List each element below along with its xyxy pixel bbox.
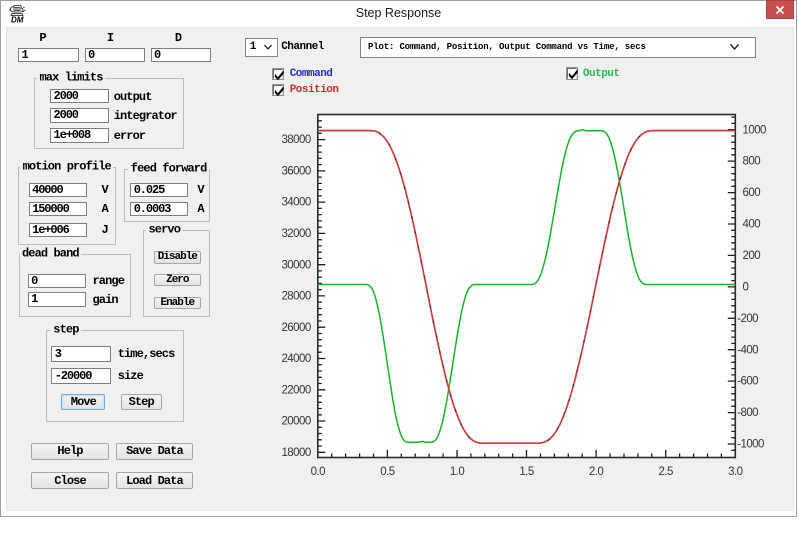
svg-text:3.0: 3.0 bbox=[728, 466, 742, 478]
svg-text:200: 200 bbox=[743, 250, 761, 262]
svg-text:32000: 32000 bbox=[281, 228, 310, 240]
svg-text:-800: -800 bbox=[737, 407, 758, 419]
svg-text:22000: 22000 bbox=[281, 384, 310, 396]
svg-text:20000: 20000 bbox=[281, 416, 310, 428]
svg-text:0: 0 bbox=[743, 282, 749, 294]
svg-text:-600: -600 bbox=[737, 376, 758, 388]
svg-text:0.0: 0.0 bbox=[311, 466, 325, 478]
svg-text:24000: 24000 bbox=[281, 353, 310, 365]
svg-text:28000: 28000 bbox=[281, 291, 310, 303]
svg-text:1.5: 1.5 bbox=[519, 466, 533, 478]
svg-text:-400: -400 bbox=[737, 344, 758, 356]
svg-text:1.0: 1.0 bbox=[450, 466, 464, 478]
svg-text:34000: 34000 bbox=[281, 197, 310, 209]
svg-text:36000: 36000 bbox=[281, 166, 310, 178]
svg-text:18000: 18000 bbox=[281, 447, 310, 459]
svg-text:600: 600 bbox=[743, 187, 761, 199]
svg-text:0.5: 0.5 bbox=[380, 466, 394, 478]
svg-text:38000: 38000 bbox=[281, 134, 310, 146]
svg-text:-200: -200 bbox=[737, 313, 758, 325]
svg-text:1000: 1000 bbox=[743, 124, 767, 136]
svg-text:2.0: 2.0 bbox=[589, 466, 603, 478]
svg-text:2.5: 2.5 bbox=[659, 466, 673, 478]
svg-text:800: 800 bbox=[743, 156, 761, 168]
svg-text:-1000: -1000 bbox=[737, 439, 764, 451]
svg-text:400: 400 bbox=[743, 219, 761, 231]
svg-text:26000: 26000 bbox=[281, 322, 310, 334]
svg-text:30000: 30000 bbox=[281, 259, 310, 271]
